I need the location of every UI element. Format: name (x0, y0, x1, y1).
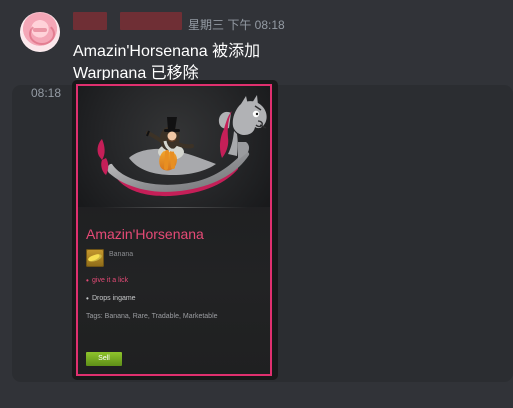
item-card-inner: Amazin'Horsenana Banana give it a lick D… (76, 84, 272, 376)
sell-button[interactable]: Sell (86, 352, 122, 366)
avatar[interactable] (20, 12, 60, 52)
item-title: Amazin'Horsenana (86, 226, 204, 242)
username-redaction (73, 12, 107, 30)
item-description-bullet: Drops ingame (86, 295, 252, 303)
side-timestamp: 08:18 (31, 86, 62, 100)
item-artwork (78, 86, 270, 207)
message-timestamp: 星期三 下午 08:18 (188, 18, 285, 32)
item-category: Banana (109, 251, 134, 258)
card-divider (102, 207, 248, 208)
item-description-bullet: give it a lick (86, 277, 252, 285)
item-card[interactable]: Amazin'Horsenana Banana give it a lick D… (72, 80, 278, 380)
banana-horse-illustration (97, 95, 267, 197)
message-row: 星期三 下午 08:18 Amazin'Horsenana 被添加 Warpna… (0, 0, 513, 82)
item-tags: Tags: Banana, Rare, Tradable, Marketable (86, 313, 218, 320)
banana-icon (86, 249, 104, 267)
system-message-line-1: Amazin'Horsenana 被添加 (73, 43, 261, 60)
username-redaction (120, 12, 182, 30)
